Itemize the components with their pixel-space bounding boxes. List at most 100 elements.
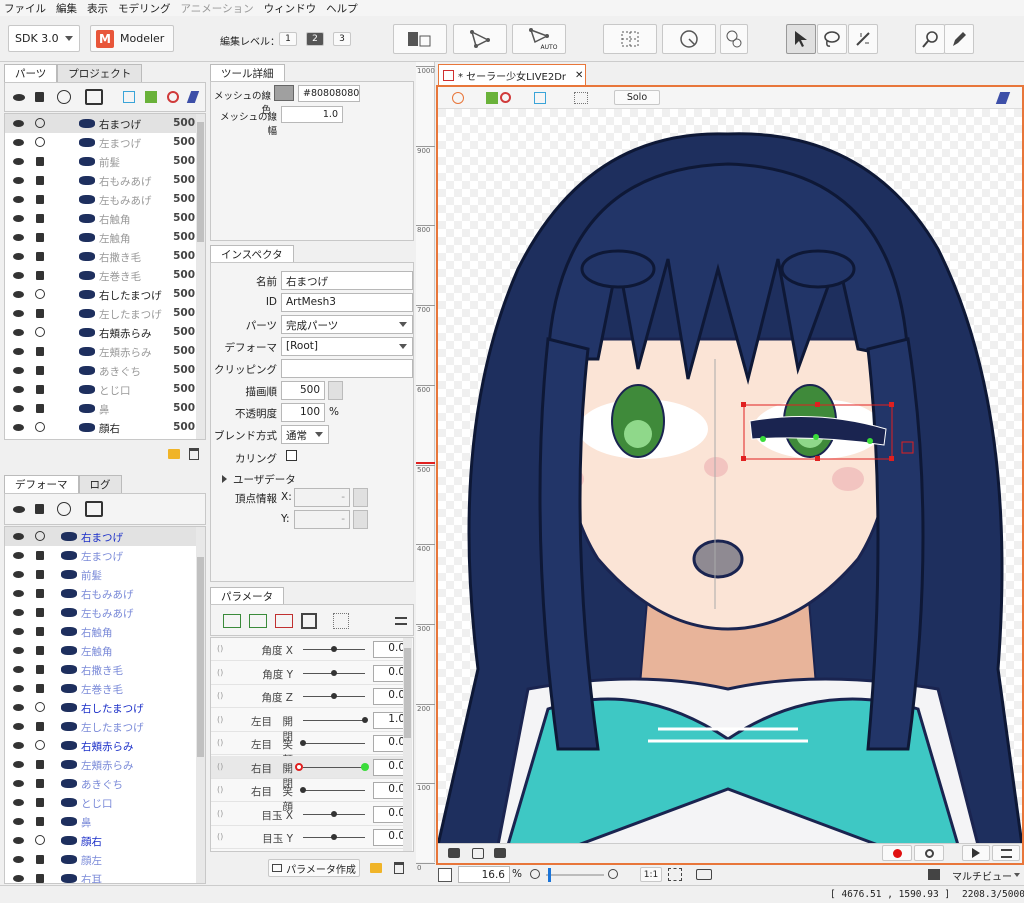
parts-row[interactable]: 右頬赤らみ 500 [5,323,205,342]
draw-order-field[interactable]: 500 [281,381,325,400]
folder-icon[interactable] [168,449,180,459]
parts-row[interactable]: 鼻 500 [5,399,205,418]
brush-tool-button[interactable] [848,24,878,54]
lock-icon[interactable] [35,92,44,102]
parameter-row[interactable]: ()左目 笑顔0.0 [211,732,411,766]
mesh-color-swatch[interactable] [274,85,294,101]
blend-select[interactable]: 通常 [281,425,329,444]
tab-inspector[interactable]: インスペクタ [210,245,294,263]
fit-view-icon[interactable] [668,868,682,881]
deformer-row[interactable]: 鼻 [5,812,205,831]
parameter-slider-knob[interactable] [331,693,337,699]
eye-icon[interactable] [13,94,25,101]
actual-size-button[interactable]: 1:1 [640,867,662,882]
zoom-field[interactable]: 16.6 [458,866,510,883]
parts-row[interactable]: あきぐち 500 [5,361,205,380]
pen-tool-button[interactable] [944,24,974,54]
zoom-slider-thumb[interactable] [548,868,551,882]
deformer-row[interactable]: 右もみあげ [5,584,205,603]
edit-level-1[interactable]: 1 [279,32,297,46]
mesh-edit-button[interactable] [453,24,507,54]
parts-row[interactable]: 左触角 500 [5,228,205,247]
eye-icon[interactable] [13,875,24,882]
lock-icon[interactable] [36,855,44,864]
parameter-slider-knob[interactable] [362,716,368,723]
name-field[interactable]: 右まつげ [281,271,413,290]
deformer-row[interactable]: 左触角 [5,641,205,660]
parts-row[interactable]: とじ口 500 [5,380,205,399]
parameter-row[interactable]: () 右目 開閉 0.0 [211,755,411,790]
eye-icon[interactable] [13,856,24,863]
artmesh-toggle-icon[interactable] [486,92,498,104]
parameter-row[interactable]: () 角度 Z 0.0 [211,685,411,708]
pen-icon[interactable] [995,92,1011,104]
deformer-row[interactable]: 右触角 [5,622,205,641]
lock-icon[interactable] [36,779,44,788]
eye-icon[interactable] [13,386,24,393]
parameter-slider-knob[interactable] [300,740,306,746]
culling-checkbox[interactable] [286,450,297,461]
camera-icon[interactable] [448,848,460,858]
eye-icon[interactable] [13,196,24,203]
parts-scrollbar[interactable] [196,114,205,439]
lock-icon[interactable] [35,504,44,514]
lock-icon[interactable] [36,570,44,579]
parts-row[interactable]: 右したまつげ 500 [5,285,205,304]
menu-help[interactable]: ヘルプ [326,1,358,16]
unlocked-icon[interactable] [35,740,45,750]
zoom-slider[interactable] [546,868,604,882]
id-field[interactable]: ArtMesh3 [281,293,413,312]
tab-tool-detail[interactable]: ツール詳細 [210,64,285,82]
eye-icon[interactable] [13,666,24,673]
deformer-row[interactable]: 左まつげ [5,546,205,565]
keyform-icon[interactable] [301,613,317,629]
eye-icon[interactable] [13,424,24,431]
part-select[interactable]: 完成パーツ [281,315,413,334]
parameter-row[interactable]: () 目玉 X 0.0 [211,803,411,826]
deformer-row[interactable]: 右撒き毛 [5,660,205,679]
deformer-row[interactable]: 右まつげ [5,527,205,546]
lock-icon[interactable] [36,608,44,617]
glue-button[interactable] [720,24,748,54]
lock-icon[interactable] [36,385,44,394]
parameter-slider-knob[interactable] [331,646,337,652]
parameter-slider[interactable] [303,766,365,768]
deformer-select[interactable]: [Root] [281,337,413,356]
eye-icon[interactable] [13,291,24,298]
mesh-width-field[interactable]: 1.0 [281,106,343,123]
lock-icon[interactable] [36,589,44,598]
userdata-expand-icon[interactable] [222,475,227,483]
lock-icon[interactable] [36,760,44,769]
parameter-slider-knob[interactable] [300,787,306,793]
parts-row[interactable]: 左したまつげ 500 [5,304,205,323]
vertex-x-spin[interactable] [353,488,368,507]
parts-row[interactable]: 右触角 500 [5,209,205,228]
parts-row[interactable]: 右撒き毛 500 [5,247,205,266]
tab-deformer[interactable]: デフォーマ [4,475,79,493]
opacity-field[interactable]: 100 [281,403,325,422]
keyform-marker[interactable] [295,762,303,771]
parameter-slider-knob[interactable] [331,669,337,676]
deformer-row[interactable]: 右したまつげ [5,698,205,717]
link-icon[interactable]: () [217,691,223,700]
sdk-version-select[interactable]: SDK 3.0 [8,25,80,52]
lasso-tool-button[interactable] [817,24,847,54]
grid-keys-icon[interactable] [333,613,349,629]
eye-icon[interactable] [13,234,24,241]
parts-row[interactable]: 右もみあげ 500 [5,171,205,190]
close-icon[interactable]: ✕ [575,70,583,81]
eye-icon[interactable] [13,253,24,260]
unlocked-icon[interactable] [35,327,45,337]
rotation-filter-icon[interactable] [167,91,179,103]
parts-row[interactable]: 顔右 500 [5,418,205,437]
parameter-slider-knob[interactable] [331,810,337,817]
eye-icon[interactable] [13,609,24,616]
eye-icon[interactable] [13,552,24,559]
warp-toggle-icon[interactable] [534,92,546,104]
lock-icon[interactable] [36,233,44,242]
add-key-2-icon[interactable] [223,614,241,628]
eye-icon[interactable] [13,177,24,184]
eye-icon[interactable] [13,158,24,165]
deformer-row[interactable]: 左巻き毛 [5,679,205,698]
unlocked-icon[interactable] [35,289,45,299]
